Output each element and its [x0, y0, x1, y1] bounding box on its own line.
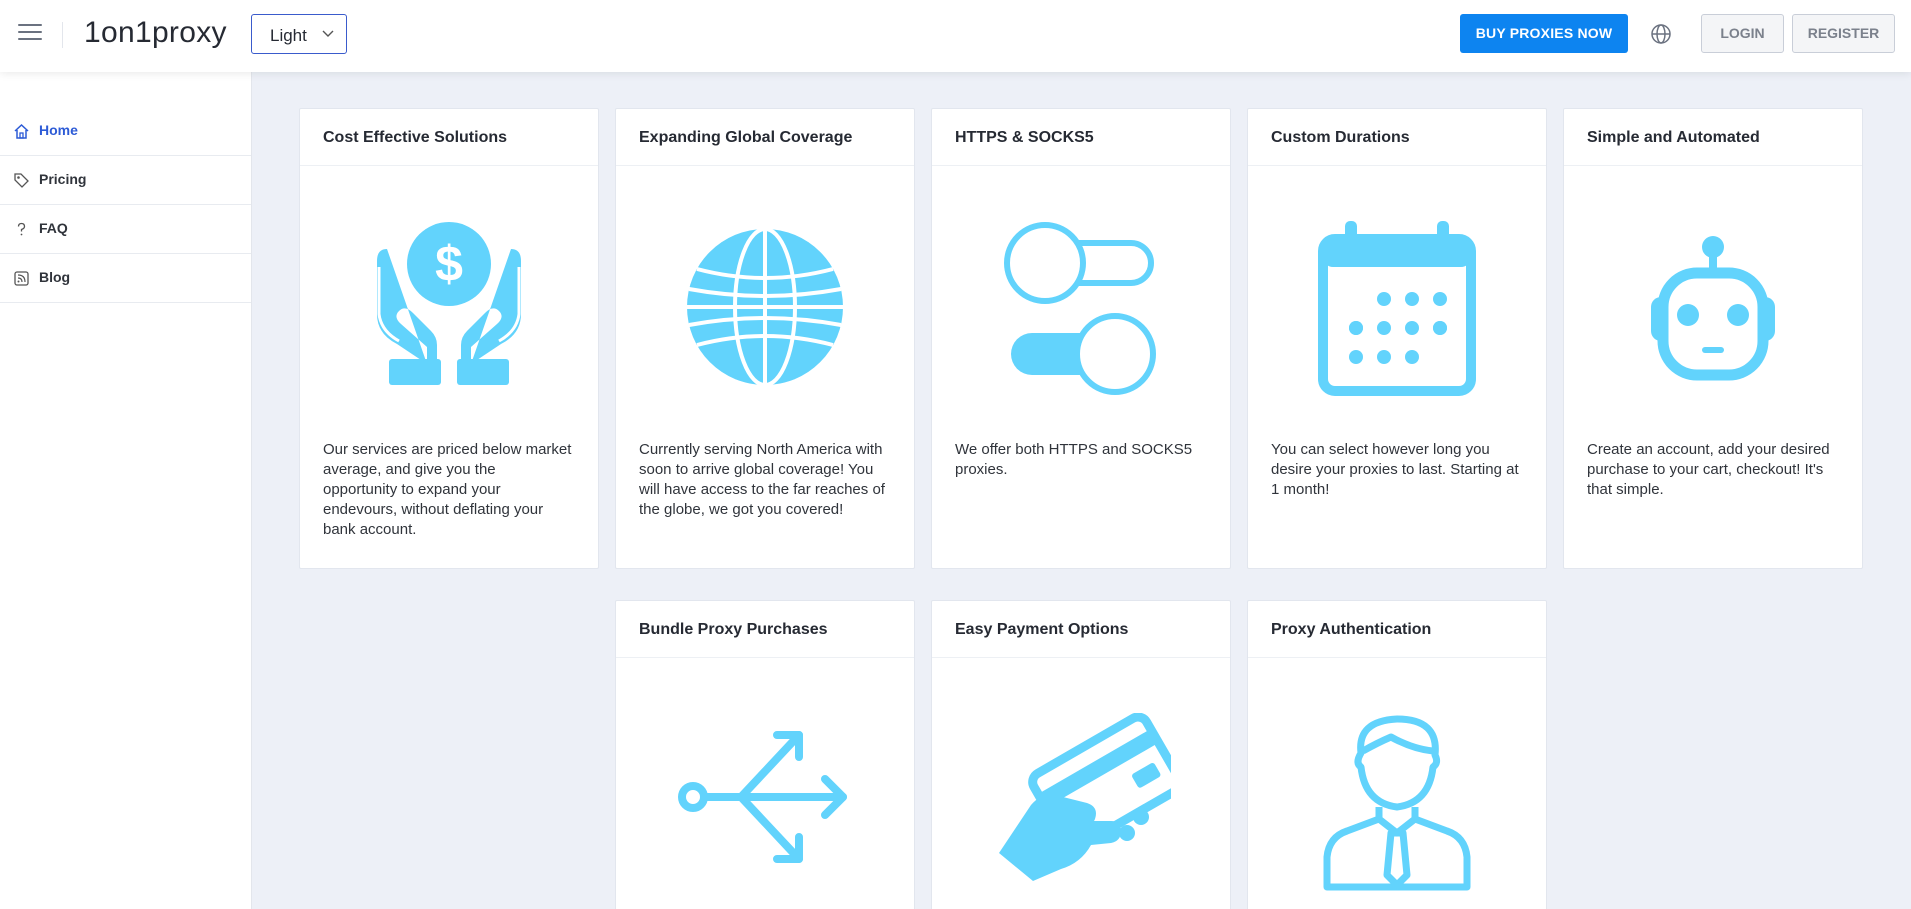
sidebar-item-home[interactable]: Home	[0, 107, 251, 156]
sidebar-item-faq[interactable]: FAQ	[0, 205, 251, 254]
home-icon	[14, 123, 29, 139]
toggles-icon	[1004, 222, 1156, 395]
card-title: Simple and Automated	[1587, 129, 1760, 146]
register-button[interactable]: REGISTER	[1792, 14, 1895, 53]
robot-icon	[1651, 236, 1775, 381]
card-divider	[1564, 165, 1862, 166]
card-title: HTTPS & SOCKS5	[955, 129, 1094, 146]
sidebar-item-label: Home	[39, 122, 78, 138]
card-title: Cost Effective Solutions	[323, 129, 508, 146]
feature-card-durations: Custom Durations You can select however …	[1247, 108, 1547, 569]
top-header: 1on1proxy Light BUY PROXIES NOW LOGIN RE…	[0, 0, 1911, 72]
menu-icon[interactable]	[18, 24, 42, 44]
login-button[interactable]: LOGIN	[1701, 14, 1784, 53]
question-icon	[17, 222, 26, 236]
feature-card-protocols: HTTPS & SOCKS5 We offer both HTTPS and S…	[931, 108, 1231, 569]
rss-icon	[14, 271, 29, 286]
credit-card-hand-icon	[999, 713, 1171, 881]
user-tie-icon	[1323, 715, 1471, 891]
feature-card-coverage: Expanding Global Coverage Currently serv…	[615, 108, 915, 569]
sidebar: Home Pricing FAQ Blog	[0, 72, 252, 909]
header-divider	[62, 22, 63, 48]
card-title: Proxy Authentication	[1271, 621, 1432, 638]
chevron-down-icon	[322, 30, 334, 37]
theme-select[interactable]: Light	[251, 14, 347, 54]
feature-card-bundle: Bundle Proxy Purchases	[615, 600, 915, 909]
card-title: Expanding Global Coverage	[639, 129, 853, 146]
feature-card-cost: Cost Effective Solutions $ Our services …	[299, 108, 599, 569]
sidebar-item-pricing[interactable]: Pricing	[0, 156, 251, 205]
sidebar-item-blog[interactable]: Blog	[0, 254, 251, 303]
card-divider	[1248, 165, 1546, 166]
card-divider	[300, 165, 598, 166]
card-divider	[932, 165, 1230, 166]
card-title: Easy Payment Options	[955, 621, 1129, 638]
card-description: Currently serving North America with soo…	[639, 441, 885, 518]
tag-icon	[14, 173, 29, 188]
card-divider	[616, 657, 914, 658]
buy-proxies-button[interactable]: BUY PROXIES NOW	[1460, 14, 1628, 53]
sidebar-item-label: Blog	[39, 269, 71, 285]
split-arrows-icon	[678, 731, 847, 863]
card-description: We offer both HTTPS and SOCKS5 proxies.	[955, 441, 1193, 478]
card-divider	[616, 165, 914, 166]
card-title: Custom Durations	[1271, 129, 1410, 146]
theme-select-value: Light	[270, 26, 307, 45]
globe-icon	[687, 227, 843, 387]
svg-text:$: $	[435, 236, 463, 292]
brand-logo[interactable]: 1on1proxy	[84, 16, 227, 50]
card-divider	[1248, 657, 1546, 658]
card-divider	[932, 657, 1230, 658]
card-description: Create an account, add your desired purc…	[1587, 441, 1830, 498]
feature-card-automation: Simple and Automated Create an account, …	[1563, 108, 1863, 569]
card-title: Bundle Proxy Purchases	[639, 621, 828, 638]
card-description: You can select however long you desire y…	[1271, 441, 1519, 498]
feature-card-payment: Easy Payment Options	[931, 600, 1231, 909]
hands-dollar-icon: $	[377, 222, 521, 385]
card-description: Our services are priced below market ave…	[323, 441, 572, 538]
sidebar-item-label: Pricing	[39, 171, 87, 187]
feature-card-authentication: Proxy Authentication	[1247, 600, 1547, 909]
language-globe-icon[interactable]	[1649, 22, 1673, 46]
sidebar-item-label: FAQ	[39, 220, 68, 236]
calendar-icon	[1318, 221, 1476, 396]
